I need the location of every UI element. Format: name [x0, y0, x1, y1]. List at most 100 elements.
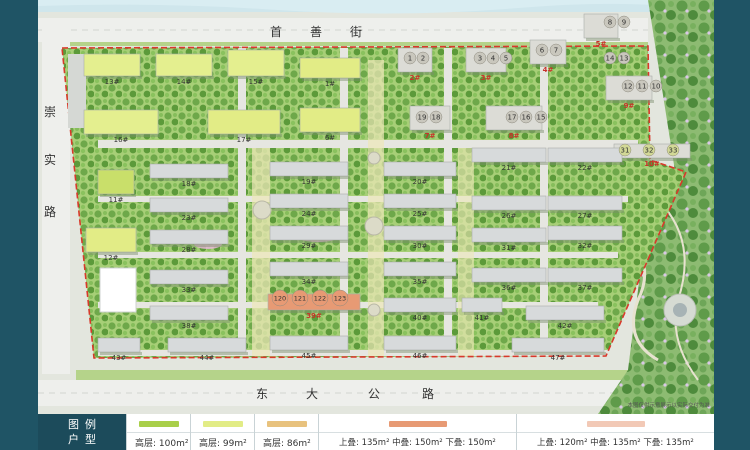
building-label-17: 17# [237, 136, 252, 144]
legend-label-5: 上叠: 120m² 中叠: 135m² 下叠: 135m² [537, 438, 694, 448]
building-label-39: 39# [306, 312, 322, 320]
building-17 [207, 109, 281, 135]
building-14 [155, 53, 213, 77]
unit-number-13: 13 [620, 55, 629, 63]
building-45 [269, 335, 349, 351]
building-label-4: 4# [543, 66, 554, 74]
unit-number-18: 18 [432, 114, 441, 122]
building-29 [269, 225, 349, 241]
south-road-char-3: 公 [368, 387, 380, 401]
building-42 [525, 305, 605, 321]
building-43 [97, 337, 141, 353]
building-34 [269, 261, 349, 277]
building-label-33: 33# [182, 286, 197, 294]
building-label-9: 9# [624, 102, 635, 110]
unit-number-10: 10 [652, 83, 661, 91]
building-6 [299, 107, 361, 133]
building-20 [383, 161, 457, 177]
building-label-13: 13# [105, 78, 120, 86]
unit-number-12: 12 [624, 83, 633, 91]
west-road-char-1: 崇 [44, 105, 56, 119]
building-label-44: 44# [200, 354, 215, 362]
building-label-3: 3# [481, 74, 492, 82]
legend-title-1: 图例 [68, 418, 102, 431]
building-46 [383, 335, 457, 351]
building-26 [471, 195, 547, 211]
building-label-15: 15# [249, 78, 264, 86]
unit-number-122: 122 [314, 295, 326, 303]
building-label-34: 34# [302, 278, 317, 286]
legend-label-1: 高层: 100m² [135, 439, 189, 449]
building-label-28: 28# [182, 246, 197, 254]
north-road-char-2: 善 [310, 24, 322, 39]
building-label-27: 27# [578, 212, 593, 220]
unit-number-120: 120 [274, 295, 286, 303]
building-12 [85, 227, 137, 253]
building-35 [383, 261, 457, 277]
building-label-25: 25# [413, 210, 428, 218]
legend: 图例 户型 高层: 100m² 高层: 99m² 高层: 86m² 上叠: 13… [38, 414, 714, 450]
north-road-char-1: 首 [270, 25, 282, 39]
building-label-11: 11# [109, 196, 124, 204]
building-label-36: 36# [502, 284, 517, 292]
building-label-1: 1# [325, 80, 335, 88]
legend-swatch-1 [139, 421, 179, 427]
building-label-23: 23# [182, 214, 197, 222]
building-21 [471, 147, 547, 163]
building-label-43: 43# [112, 354, 127, 362]
building-38 [149, 305, 229, 321]
unit-number-8: 8 [608, 19, 612, 27]
unit-number-2: 2 [421, 55, 425, 63]
legend-label-2: 高层: 99m² [199, 439, 247, 449]
building-22 [547, 147, 623, 163]
legend-swatch-5 [587, 421, 645, 427]
building-18 [149, 163, 229, 179]
legend-item-2: 高层: 99m² [190, 414, 255, 450]
building-label-14: 14# [177, 78, 192, 86]
building-label-29: 29# [302, 242, 317, 250]
south-road-char-4: 路 [422, 386, 434, 401]
building-30 [383, 225, 457, 241]
building-label-40: 40# [413, 314, 428, 322]
building-33 [149, 269, 229, 285]
building-label-16: 16# [114, 136, 129, 144]
disclaimer-note: 本图仅供示意展示以实际交付为准 [627, 401, 710, 409]
west-road-char-2: 实 [44, 152, 56, 167]
building-label-45: 45# [302, 352, 317, 360]
building-label-38: 38# [182, 322, 197, 330]
building-13 [83, 53, 141, 77]
unit-number-6: 6 [540, 47, 545, 55]
building-1 [299, 57, 361, 79]
building-label-20: 20# [413, 178, 428, 186]
legend-swatch-4 [389, 421, 447, 427]
building-3 [465, 47, 507, 73]
building-41 [461, 297, 503, 313]
unit-number-14: 14 [606, 55, 615, 63]
building-label-2: 2# [410, 74, 421, 82]
building-label-30: 30# [413, 242, 428, 250]
building-label-10: 10# [644, 160, 660, 168]
legend-item-5: 上叠: 120m² 中叠: 135m² 下叠: 135m² [516, 414, 715, 450]
unit-number-123: 123 [334, 295, 346, 303]
frame-left [0, 0, 38, 450]
unit-number-9: 9 [622, 19, 626, 27]
south-road-char-2: 大 [306, 387, 318, 401]
building-28 [149, 229, 229, 245]
building-32 [547, 225, 623, 241]
unit-number-5: 5 [504, 55, 508, 63]
north-road-char-3: 街 [350, 25, 362, 39]
building-27 [547, 195, 623, 211]
building-16 [83, 109, 159, 135]
building-label-18: 18# [182, 180, 197, 188]
west-road-char-3: 路 [44, 204, 56, 219]
legend-item-4: 上叠: 135m² 中叠: 150m² 下叠: 150m² [318, 414, 517, 450]
building-label-35: 35# [413, 278, 428, 286]
unit-number-32: 32 [645, 147, 654, 155]
unit-number-4: 4 [491, 55, 496, 63]
unit-number-15: 15 [537, 114, 546, 122]
building-label-37: 37# [578, 284, 593, 292]
building-label-5: 5# [596, 40, 607, 48]
building-36 [471, 267, 547, 283]
unit-number-31: 31 [621, 147, 630, 155]
building-19 [269, 161, 349, 177]
